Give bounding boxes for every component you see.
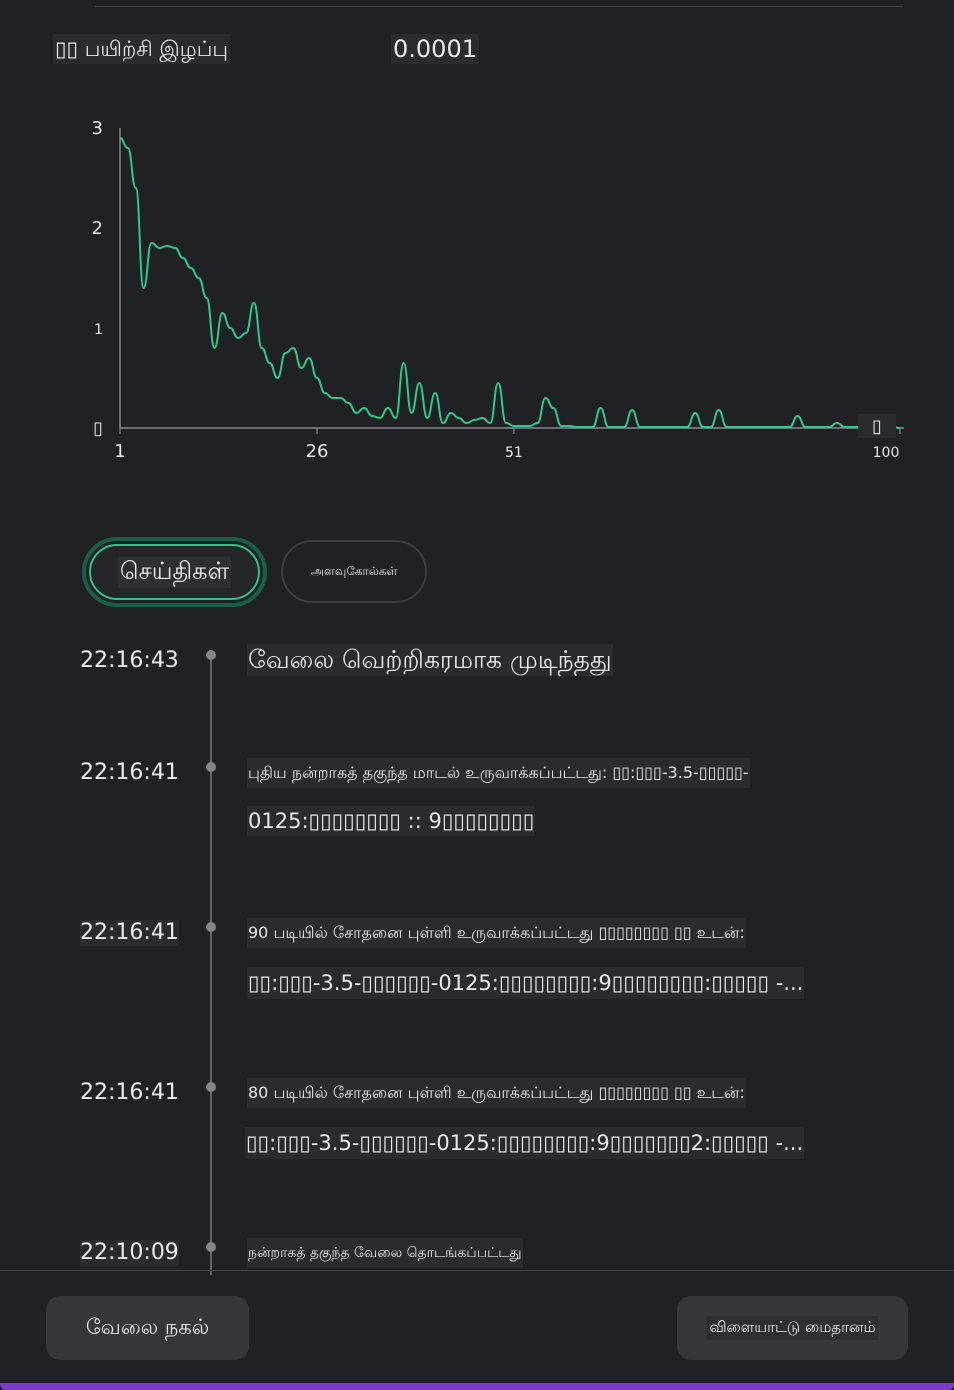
event-message: நன்றாகத் தகுந்த வேலை தொடங்கப்பட்டது (247, 1238, 523, 1268)
bottom-accent-bar (0, 1383, 954, 1390)
event-message: 80 படியில் சோதனை புள்ளி உருவாக்கப்பட்டது… (247, 1078, 746, 1108)
chart-marker-label: ▯ (872, 416, 882, 437)
training-loss-chart: 3 2 1 ▯ 1 26 51 100 ▯ (92, 118, 904, 462)
y-tick-label: 1 (94, 322, 103, 338)
tab-metrics-label: அளவுகோல்கள் (310, 563, 398, 578)
y-tick-label: 2 (92, 218, 103, 239)
x-tick-label: 26 (306, 441, 329, 462)
training-loss-value: 0.0001 (391, 34, 479, 64)
copy-job-button[interactable]: வேலை நகல் (46, 1296, 249, 1360)
event-time: 22:16:43 (80, 648, 179, 673)
tab-messages-pill[interactable]: செய்திகள் (89, 544, 260, 600)
timeline-dot (206, 1082, 216, 1092)
event-time: 22:10:09 (80, 1240, 179, 1266)
event-message: வேலை வெற்றிகரமாக முடிந்தது (247, 644, 613, 676)
event-time: 22:16:41 (80, 760, 179, 785)
copy-job-label: வேலை நகல் (85, 1314, 210, 1339)
event-message-continued: 0125:▯▯▯▯▯▯▯▯ :: 9▯▯▯▯▯▯▯▯ (247, 806, 536, 836)
timeline-dot (206, 922, 216, 932)
event-message: 90 படியில் சோதனை புள்ளி உருவாக்கப்பட்டது… (247, 918, 746, 948)
y-tick-label: 3 (92, 118, 103, 139)
playground-button[interactable]: விளையாட்டு மைதானம் (677, 1296, 908, 1360)
training-loss-label: ▯▯ பயிற்சி இழப்பு (53, 34, 230, 64)
event-message-continued: ▯▯:▯▯▯-3.5-▯▯▯▯▯▯-0125:▯▯▯▯▯▯▯▯:9▯▯▯▯▯▯▯… (247, 967, 805, 999)
loss-series-line (119, 137, 901, 429)
tab-metrics[interactable]: அளவுகோல்கள் (281, 540, 427, 603)
y-tick-label: ▯ (93, 418, 103, 439)
tab-messages-label: செய்திகள் (117, 556, 232, 588)
event-time: 22:16:41 (80, 920, 179, 946)
timeline-dot (206, 762, 216, 772)
event-time: 22:16:41 (80, 1080, 179, 1105)
x-tick-label: 100 (873, 445, 900, 461)
event-message-continued: ▯▯:▯▯▯-3.5-▯▯▯▯▯▯-0125:▯▯▯▯▯▯▯▯:9▯▯▯▯▯▯▯… (245, 1127, 805, 1159)
footer-divider (0, 1270, 954, 1271)
top-divider (95, 6, 903, 7)
timeline-dot (206, 1242, 216, 1252)
x-tick-label: 51 (505, 445, 523, 461)
playground-label: விளையாட்டு மைதானம் (707, 1316, 878, 1340)
tab-messages[interactable]: செய்திகள் (82, 537, 267, 607)
x-tick-label: 1 (114, 441, 125, 462)
timeline-dot (206, 650, 216, 660)
event-message: புதிய நன்றாகத் தகுந்த மாடல் உருவாக்கப்பட… (247, 758, 750, 788)
timeline-line (210, 655, 212, 1275)
